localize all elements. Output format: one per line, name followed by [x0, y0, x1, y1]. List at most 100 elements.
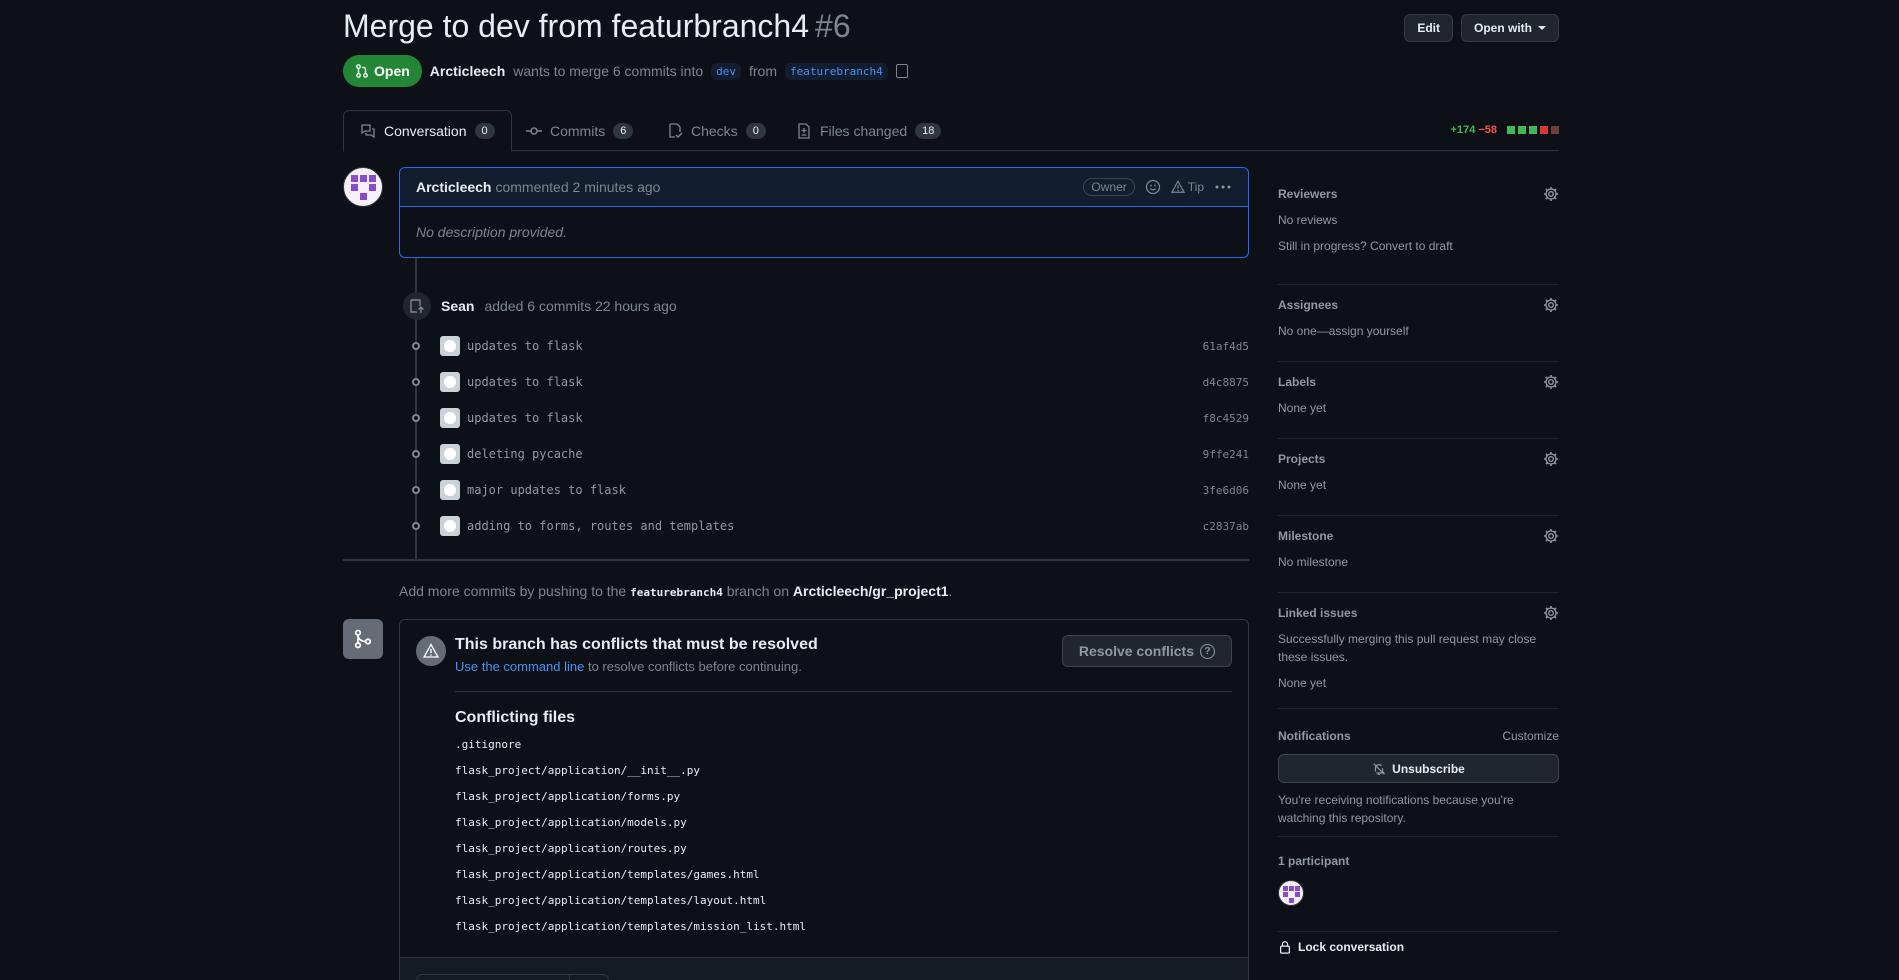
sidebar-assignees: Assignees No one—assign yourself — [1278, 296, 1559, 362]
unsubscribe-button[interactable]: Unsubscribe — [1278, 754, 1559, 783]
assign-yourself-link[interactable]: No one—assign yourself — [1278, 322, 1559, 340]
push-hint-middle: branch on — [726, 583, 790, 599]
avatar[interactable] — [343, 167, 383, 207]
git-commit-icon — [407, 450, 425, 458]
merge-button[interactable] — [416, 974, 609, 980]
from-text: from — [749, 63, 777, 79]
tab-checks[interactable]: Checks 0 — [651, 110, 782, 151]
gear-icon[interactable] — [1543, 605, 1559, 621]
tab-files-changed[interactable]: Files changed 18 — [780, 110, 957, 151]
pr-title-text: Merge to dev from featurbranch4 — [343, 8, 810, 44]
commit-sha[interactable]: f8c4529 — [1203, 412, 1249, 425]
commit-sha[interactable]: 3fe6d06 — [1203, 484, 1249, 497]
comment-header: Arcticleech commented 2 minutes ago Owne… — [400, 168, 1248, 207]
assignees-title: Assignees — [1278, 298, 1339, 312]
smiley-icon[interactable] — [1145, 179, 1161, 195]
file-diff-icon — [798, 122, 810, 139]
commit-message[interactable]: updates to flask — [467, 411, 583, 425]
commit-message[interactable]: updates to flask — [467, 375, 583, 389]
edit-button[interactable]: Edit — [1404, 14, 1453, 42]
divider — [455, 691, 1232, 692]
projects-title: Projects — [1278, 452, 1326, 466]
diffstat-additions: +174 — [1450, 124, 1476, 136]
milestone-heading[interactable]: Milestone — [1278, 527, 1559, 545]
git-commit-icon — [407, 414, 425, 422]
lock-conversation-link[interactable]: Lock conversation — [1278, 940, 1404, 954]
tab-counter: 0 — [474, 123, 495, 139]
list-item: updates to flask 61af4d5 — [407, 334, 1249, 358]
avatar[interactable] — [440, 444, 460, 464]
commit-sha[interactable]: 9ffe241 — [1203, 448, 1249, 461]
labels-value: None yet — [1278, 401, 1327, 415]
git-commit-icon — [526, 126, 542, 135]
linked-issues-heading[interactable]: Linked issues — [1278, 604, 1559, 622]
gear-icon[interactable] — [1543, 186, 1559, 202]
lock-icon — [1280, 941, 1290, 954]
comment-timestamp[interactable]: commented 2 minutes ago — [495, 179, 660, 195]
avatar[interactable] — [440, 480, 460, 500]
reviewers-heading[interactable]: Reviewers — [1278, 185, 1559, 203]
customize-link[interactable]: Customize — [1502, 729, 1559, 743]
conflicting-file: flask_project/application/templates/game… — [455, 868, 760, 881]
tab-commits[interactable]: Commits 6 — [510, 110, 649, 151]
labels-heading[interactable]: Labels — [1278, 373, 1559, 391]
push-hint-branch: featurebranch4 — [630, 586, 723, 599]
conflicting-files-list: .gitignore flask_project/application/__i… — [455, 737, 806, 945]
commit-sha[interactable]: d4c8875 — [1203, 376, 1249, 389]
avatar[interactable] — [440, 336, 460, 356]
participants-heading: 1 participant — [1278, 852, 1559, 870]
open-with-button[interactable]: Open with — [1461, 14, 1559, 42]
event-action: added 6 commits 22 hours ago — [484, 298, 677, 314]
gear-icon[interactable] — [1543, 451, 1559, 467]
gear-icon[interactable] — [1543, 297, 1559, 313]
avatar[interactable] — [440, 372, 460, 392]
gear-icon[interactable] — [1543, 528, 1559, 544]
repo-link[interactable]: Arcticleech/gr_project1 — [793, 583, 949, 599]
status-badge: Open — [343, 55, 422, 87]
tab-conversation[interactable]: Conversation 0 — [343, 110, 512, 152]
tip-button[interactable]: Tip — [1170, 180, 1204, 194]
projects-heading[interactable]: Projects — [1278, 450, 1559, 468]
conflicting-file: flask_project/application/forms.py — [455, 790, 681, 803]
event-actor[interactable]: Sean — [441, 298, 474, 314]
pr-author-link[interactable]: Arcticleech — [430, 63, 505, 79]
tab-counter: 18 — [915, 122, 942, 139]
comment-author[interactable]: Arcticleech — [416, 179, 491, 195]
resolve-conflicts-button[interactable]: Resolve conflicts ? — [1061, 635, 1232, 667]
push-hint-suffix: . — [948, 583, 953, 599]
sidebar-milestone: Milestone No milestone — [1278, 527, 1559, 593]
unsubscribe-label: Unsubscribe — [1392, 761, 1465, 776]
kebab-horizontal-icon[interactable] — [1214, 179, 1232, 195]
command-line-link[interactable]: Use the command line — [455, 659, 584, 674]
commit-message[interactable]: adding to forms, routes and templates — [467, 519, 734, 533]
lock-label: Lock conversation — [1298, 940, 1405, 954]
comment-discussion-icon — [361, 124, 375, 139]
push-hint: Add more commits by pushing to the featu… — [399, 583, 952, 599]
avatar[interactable] — [440, 516, 460, 536]
commit-sha[interactable]: 61af4d5 — [1203, 340, 1249, 353]
labels-title: Labels — [1278, 375, 1317, 389]
list-item: adding to forms, routes and templates c2… — [407, 514, 1249, 538]
diffstat: +174 −58 — [1451, 124, 1559, 136]
avatar[interactable] — [1278, 880, 1304, 906]
commit-message[interactable]: deleting pycache — [467, 447, 583, 461]
avatar[interactable] — [440, 408, 460, 428]
git-commit-icon — [407, 342, 425, 350]
diffstat-block — [1551, 126, 1559, 134]
merge-text: wants to merge 6 commits into — [513, 63, 704, 79]
commit-message[interactable]: major updates to flask — [467, 483, 626, 497]
git-merge-icon — [343, 619, 383, 659]
conflicting-file: flask_project/application/templates/miss… — [455, 920, 806, 933]
head-branch[interactable]: featurebranch4 — [785, 62, 888, 80]
copy-icon[interactable] — [895, 64, 908, 78]
list-item: updates to flask d4c8875 — [407, 370, 1249, 394]
assignees-heading[interactable]: Assignees — [1278, 296, 1559, 314]
milestone-title: Milestone — [1278, 529, 1334, 543]
commit-message[interactable]: updates to flask — [467, 339, 583, 353]
base-branch[interactable]: dev — [711, 62, 741, 80]
conflicts-subtitle: Use the command line to resolve conflict… — [455, 659, 802, 674]
convert-to-draft-link[interactable]: Still in progress? Convert to draft — [1278, 237, 1559, 255]
commit-sha[interactable]: c2837ab — [1203, 520, 1249, 533]
conflicting-file: flask_project/application/routes.py — [455, 842, 687, 855]
gear-icon[interactable] — [1543, 374, 1559, 390]
